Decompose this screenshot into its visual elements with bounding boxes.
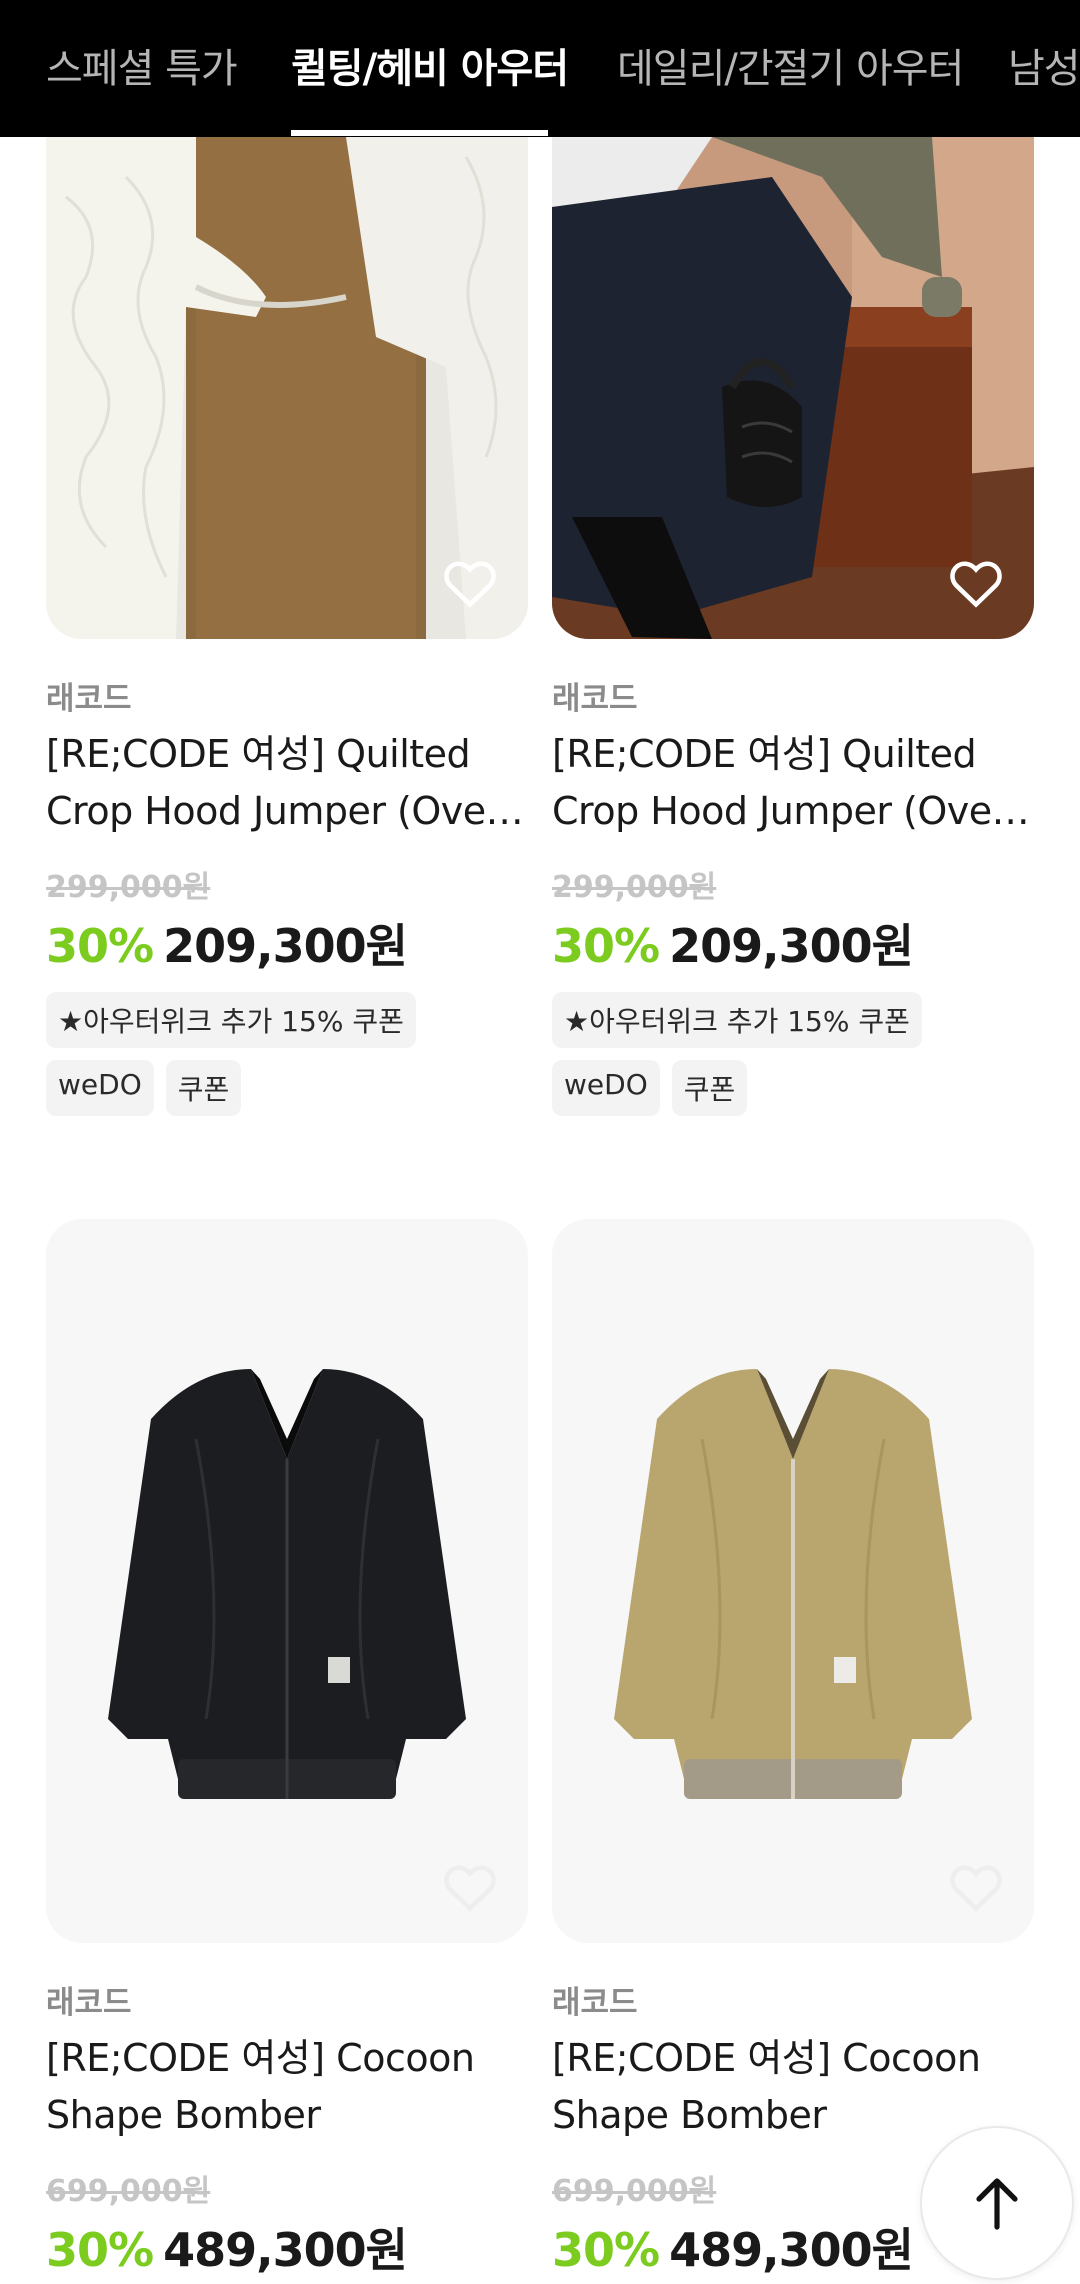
tab-special-deal[interactable]: 스페셜 특가 <box>46 36 238 94</box>
product-name[interactable]: [RE;CODE 여성] Quilted Crop Hood Jumper (O… <box>46 726 528 840</box>
brand-name: 래코드 <box>552 1985 638 2021</box>
black-bomber-image <box>108 1369 466 1799</box>
sale-price-line: 30% 209,300원 <box>46 910 528 976</box>
heart-icon[interactable] <box>442 559 498 609</box>
product-name-line1: [RE;CODE 여성] Quilted <box>46 732 471 776</box>
coupon-badge: ★아우터위크 추가 15% 쿠폰 <box>46 992 416 1048</box>
beige-bomber-image <box>614 1369 972 1799</box>
product-name-line1: [RE;CODE 여성] Quilted <box>552 732 977 776</box>
brand-name: 래코드 <box>552 681 638 717</box>
product-image[interactable] <box>46 137 528 639</box>
product-name[interactable]: [RE;CODE 여성] Cocoon Shape Bomber <box>46 2030 528 2144</box>
product-name-line2: Crop Hood Jumper (Over... <box>46 789 528 833</box>
sale-price: 489,300원 <box>163 2223 408 2277</box>
sale-price: 209,300원 <box>163 919 408 973</box>
discount-rate: 30% <box>552 2223 660 2277</box>
sale-price-line: 30% 489,300원 <box>46 2214 528 2280</box>
product-image[interactable] <box>552 1219 1034 1943</box>
tab-men[interactable]: 남성 <box>1008 36 1080 94</box>
product-name-line1: [RE;CODE 여성] Cocoon <box>552 2036 981 2080</box>
product-name[interactable]: [RE;CODE 여성] Quilted Crop Hood Jumper (O… <box>552 726 1034 840</box>
discount-rate: 30% <box>46 2223 154 2277</box>
product-name-line2: Shape Bomber <box>46 2093 321 2137</box>
brand-name: 래코드 <box>46 681 132 717</box>
product-name-line2: Crop Hood Jumper (Over... <box>552 789 1034 833</box>
original-price: 699,000원 <box>46 2174 211 2209</box>
tag-list: weDO 쿠폰 <box>552 1060 1034 1116</box>
product-card[interactable]: 래코드 [RE;CODE 여성] Quilted Crop Hood Jumpe… <box>46 137 528 1116</box>
product-card[interactable]: 래코드 [RE;CODE 여성] Cocoon Shape Bomber 699… <box>552 1219 1034 2280</box>
tab-daily-outer[interactable]: 데일리/간절기 아우터 <box>617 36 964 94</box>
sale-price: 489,300원 <box>669 2223 914 2277</box>
sale-price: 209,300원 <box>669 919 914 973</box>
original-price: 299,000원 <box>46 870 211 905</box>
tag-wedo: weDO <box>552 1060 660 1116</box>
heart-icon[interactable] <box>442 1863 498 1913</box>
heart-icon[interactable] <box>948 1863 1004 1913</box>
tag-coupon: 쿠폰 <box>671 1060 748 1116</box>
product-image[interactable] <box>46 1219 528 1943</box>
product-image[interactable] <box>552 137 1034 639</box>
discount-rate: 30% <box>552 919 660 973</box>
category-tab-bar: 스페셜 특가 퀼팅/헤비 아우터 데일리/간절기 아우터 남성 <box>0 0 1080 137</box>
heart-icon[interactable] <box>948 559 1004 609</box>
arrow-up-icon <box>976 2178 1018 2230</box>
coupon-badge: ★아우터위크 추가 15% 쿠폰 <box>552 992 922 1048</box>
sale-price-line: 30% 209,300원 <box>552 910 1034 976</box>
tag-list: weDO 쿠폰 <box>46 1060 528 1116</box>
discount-rate: 30% <box>46 919 154 973</box>
active-tab-indicator <box>291 130 548 136</box>
product-card[interactable]: 래코드 [RE;CODE 여성] Cocoon Shape Bomber 699… <box>46 1219 528 2280</box>
tag-coupon: 쿠폰 <box>165 1060 242 1116</box>
tag-wedo: weDO <box>46 1060 154 1116</box>
product-name-line1: [RE;CODE 여성] Cocoon <box>46 2036 475 2080</box>
product-name[interactable]: [RE;CODE 여성] Cocoon Shape Bomber <box>552 2030 1034 2144</box>
original-price: 299,000원 <box>552 870 717 905</box>
scroll-to-top-button[interactable] <box>920 2126 1074 2280</box>
product-card[interactable]: 래코드 [RE;CODE 여성] Quilted Crop Hood Jumpe… <box>552 137 1034 1116</box>
brand-name: 래코드 <box>46 1985 132 2021</box>
tab-quilting-heavy-outer[interactable]: 퀼팅/헤비 아우터 <box>291 36 569 94</box>
